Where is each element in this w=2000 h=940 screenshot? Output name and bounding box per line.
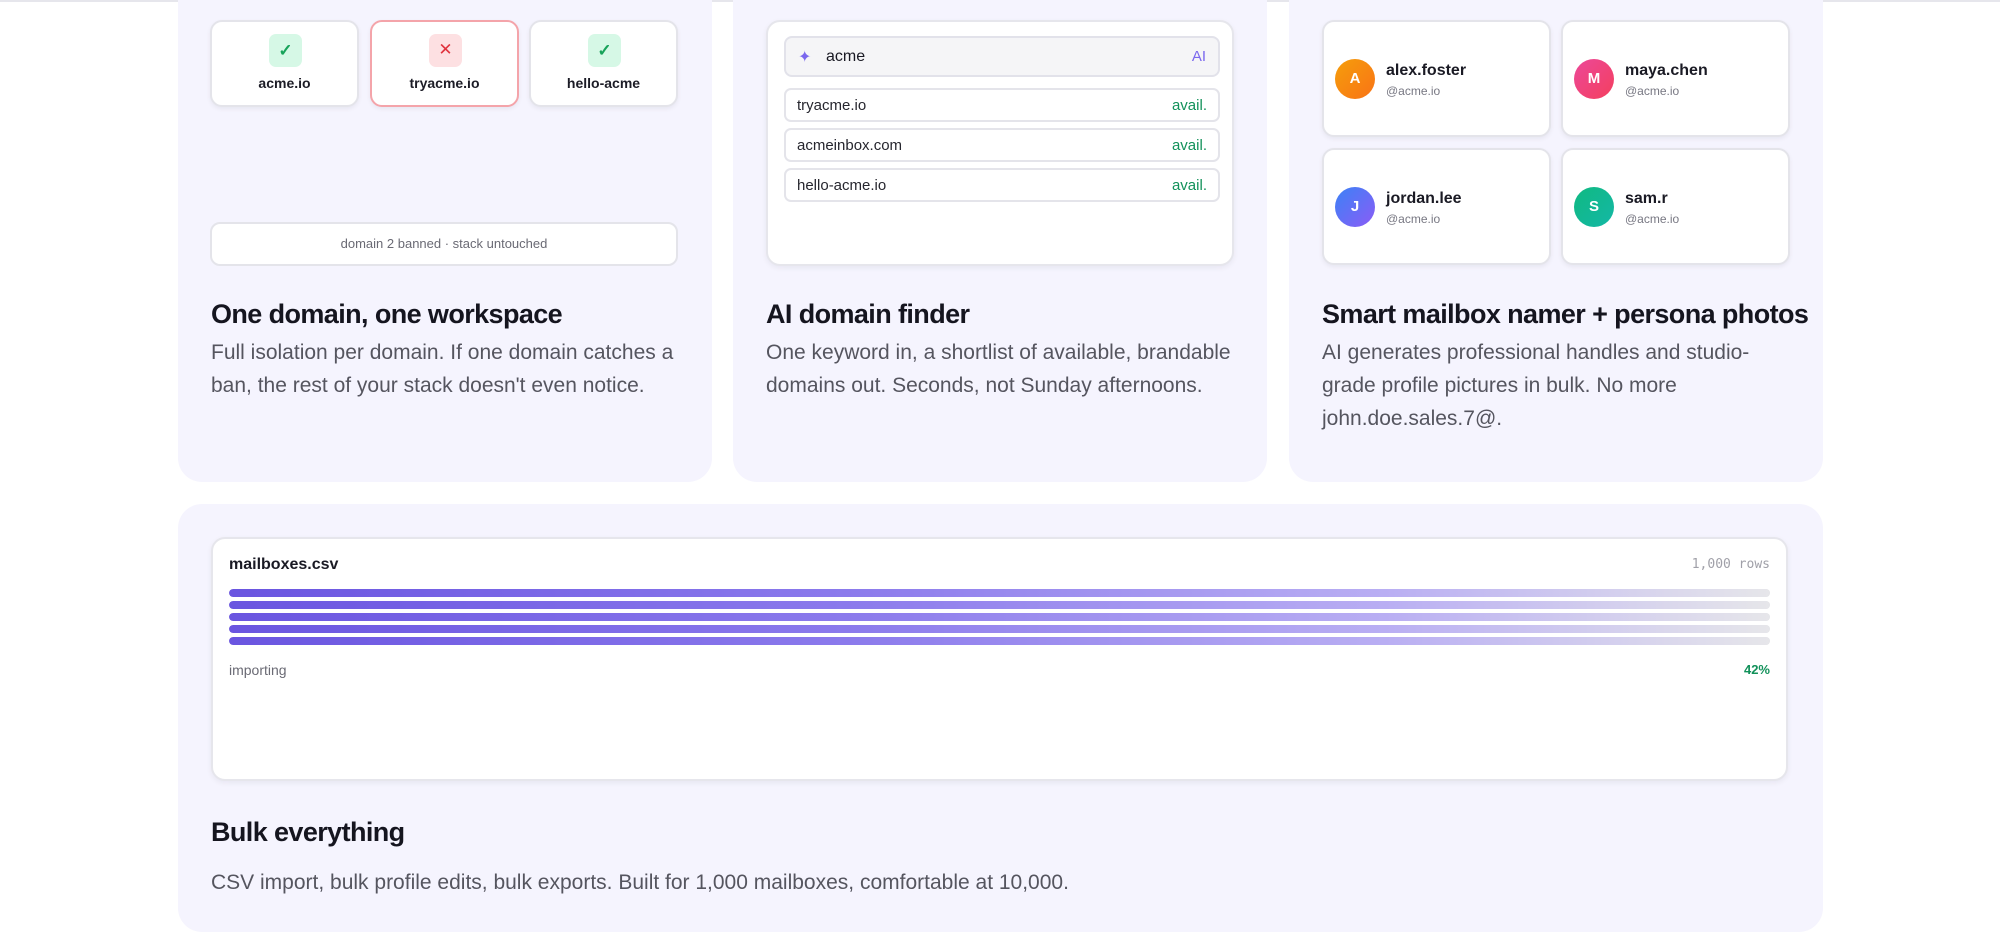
domain-label: hello-acme bbox=[566, 75, 641, 91]
persona-name: jordan.lee bbox=[1386, 190, 1462, 207]
persona-card: M maya.chen @acme.io bbox=[1561, 20, 1790, 137]
domain-tile: ✓ acme.io bbox=[210, 20, 359, 107]
progress-bar bbox=[229, 637, 1770, 645]
persona-handle: @acme.io bbox=[1386, 84, 1441, 98]
status-badge: avail. bbox=[1171, 177, 1207, 194]
domain-tile: ✓ hello-acme bbox=[529, 20, 678, 107]
domain-finder-panel: ✦ acme AI tryacme.io avail. acmeinbox.co… bbox=[766, 20, 1234, 266]
sparkle-icon: ✦ bbox=[798, 47, 812, 66]
card-description: Full isolation per domain. If one domain… bbox=[211, 341, 674, 397]
progress-percent: 42% bbox=[1743, 662, 1770, 677]
domain-tile-banned: ✕ tryacme.io bbox=[370, 20, 519, 107]
file-name: mailboxes.csv bbox=[229, 556, 339, 573]
persona-name: sam.r bbox=[1625, 190, 1668, 207]
result-domain: acmeinbox.com bbox=[797, 137, 903, 154]
progress-fill bbox=[229, 601, 1770, 609]
persona-handle: @acme.io bbox=[1386, 212, 1441, 226]
import-status: importing bbox=[229, 662, 287, 678]
progress-fill bbox=[229, 613, 1770, 621]
persona-name: maya.chen bbox=[1625, 62, 1708, 79]
list-item[interactable]: acmeinbox.com avail. bbox=[784, 128, 1220, 162]
card-description: AI generates professional handles and st… bbox=[1322, 341, 1750, 430]
check-icon: ✓ bbox=[588, 34, 621, 67]
persona-handle: @acme.io bbox=[1625, 84, 1680, 98]
search-value: acme bbox=[826, 48, 866, 65]
card-description: One keyword in, a shortlist of available… bbox=[766, 341, 1231, 397]
status-badge: avail. bbox=[1171, 97, 1207, 114]
domain-label: tryacme.io bbox=[409, 75, 480, 91]
card-title: One domain, one workspace bbox=[211, 299, 563, 329]
progress-fill bbox=[229, 637, 1770, 645]
card-title: Smart mailbox namer + persona photos bbox=[1322, 299, 1809, 329]
progress-bar bbox=[229, 625, 1770, 633]
search-input[interactable]: ✦ acme AI bbox=[784, 36, 1220, 77]
progress-fill bbox=[229, 589, 1770, 597]
progress-bar bbox=[229, 601, 1770, 609]
persona-name: alex.foster bbox=[1386, 62, 1467, 79]
persona-handle: @acme.io bbox=[1625, 212, 1680, 226]
card-title: AI domain finder bbox=[766, 299, 970, 329]
persona-card: S sam.r @acme.io bbox=[1561, 148, 1790, 265]
row-count: 1,000 rows bbox=[1691, 557, 1770, 572]
card-title: Bulk everything bbox=[211, 817, 405, 847]
avatar: A bbox=[1335, 59, 1375, 99]
progress-bar bbox=[229, 589, 1770, 597]
feature-card-finder: ✦ acme AI tryacme.io avail. acmeinbox.co… bbox=[733, 0, 1267, 482]
card-description: CSV import, bulk profile edits, bulk exp… bbox=[211, 871, 1069, 894]
feature-card-bulk: mailboxes.csv 1,000 rows importing 42% B… bbox=[178, 504, 1823, 932]
close-icon: ✕ bbox=[429, 34, 462, 67]
persona-card: J jordan.lee @acme.io bbox=[1322, 148, 1551, 265]
avatar: J bbox=[1335, 187, 1375, 227]
domain-label: acme.io bbox=[258, 75, 311, 91]
avatar: M bbox=[1574, 59, 1614, 99]
status-badge: avail. bbox=[1171, 137, 1207, 154]
list-item[interactable]: hello-acme.io avail. bbox=[784, 168, 1220, 202]
persona-card: A alex.foster @acme.io bbox=[1322, 20, 1551, 137]
result-domain: tryacme.io bbox=[797, 97, 867, 114]
progress-bar bbox=[229, 613, 1770, 621]
result-domain: hello-acme.io bbox=[797, 177, 887, 194]
avatar: S bbox=[1574, 187, 1614, 227]
feature-card-namer: A alex.foster @acme.io M maya.chen @acme… bbox=[1289, 0, 1823, 482]
list-item[interactable]: tryacme.io avail. bbox=[784, 88, 1220, 122]
csv-import-panel: mailboxes.csv 1,000 rows importing 42% bbox=[211, 537, 1788, 781]
check-icon: ✓ bbox=[269, 34, 302, 67]
ai-badge: AI bbox=[1191, 48, 1206, 65]
progress-fill bbox=[229, 625, 1770, 633]
status-note: domain 2 banned · stack untouched bbox=[210, 222, 678, 266]
